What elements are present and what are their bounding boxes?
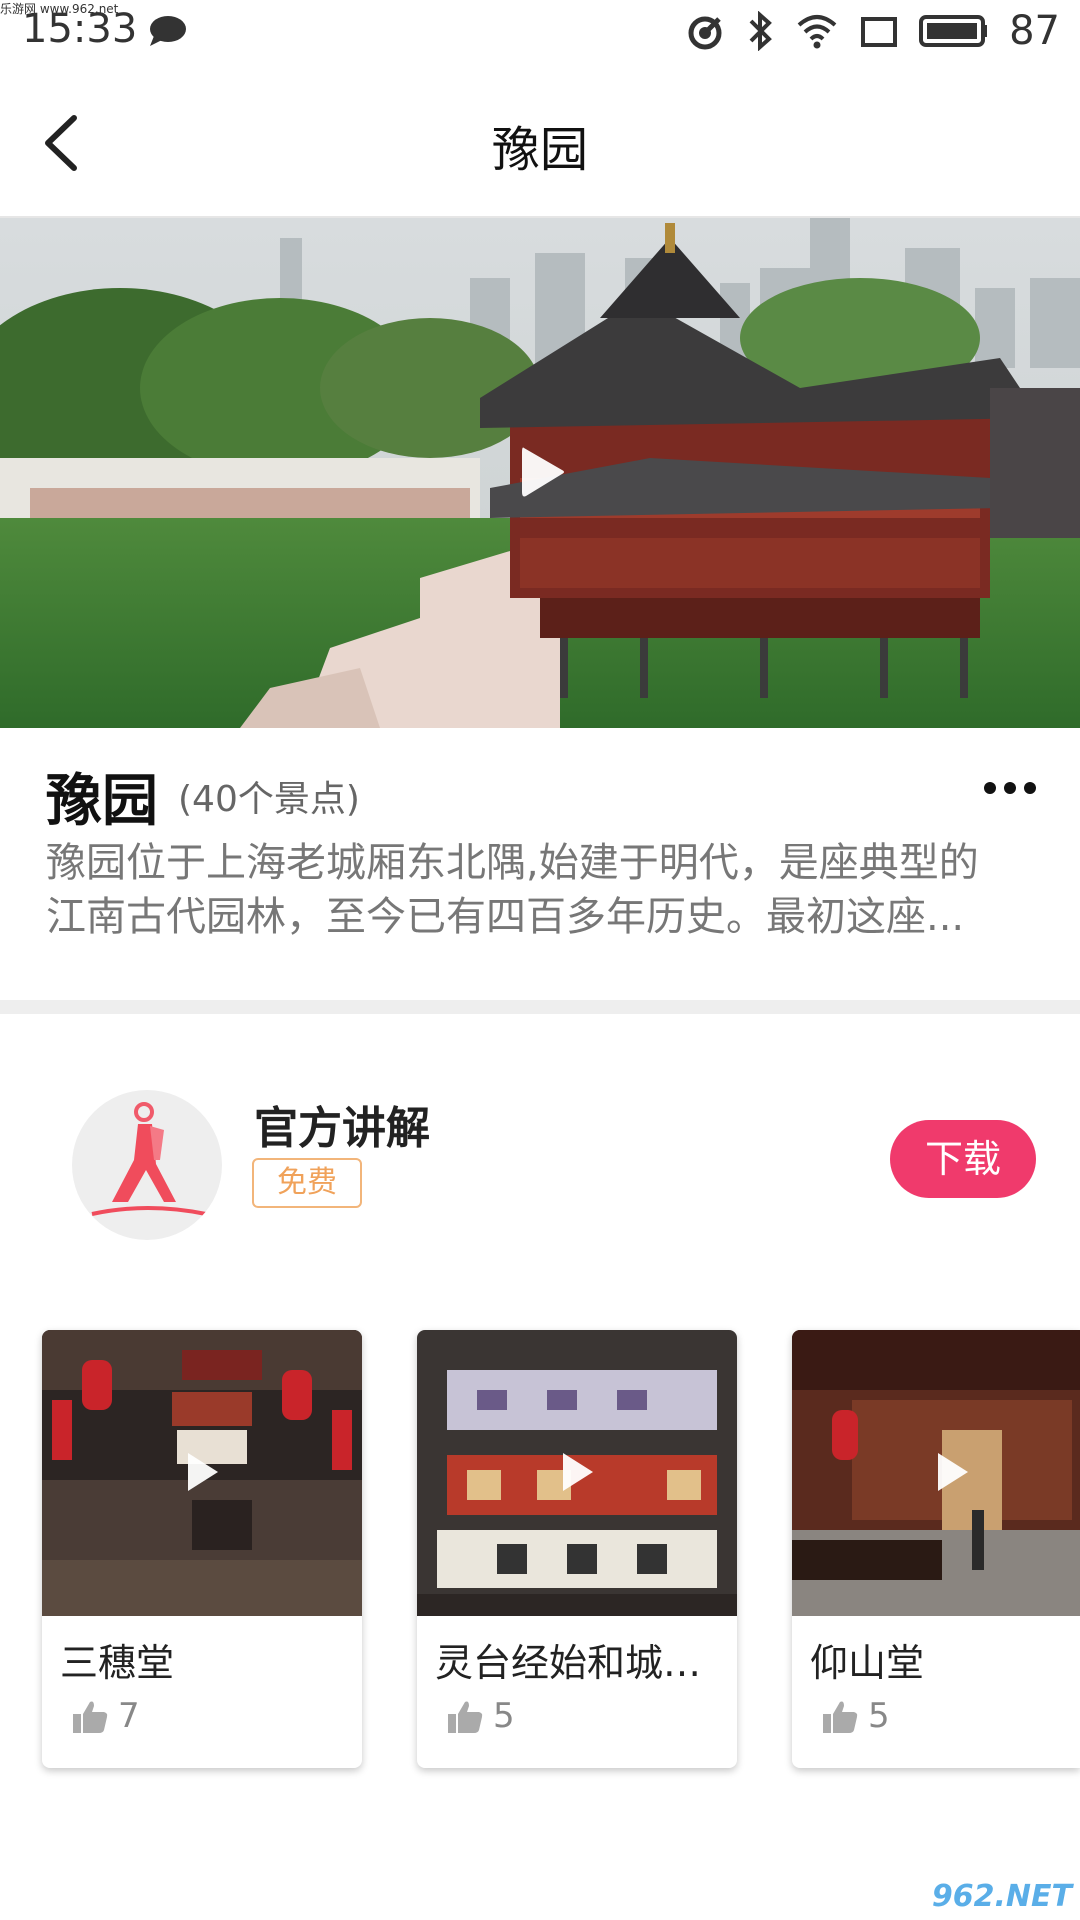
hero-image[interactable] bbox=[0, 218, 1080, 728]
page-title: 豫园 bbox=[491, 122, 588, 178]
sync-icon bbox=[688, 16, 722, 50]
play-icon[interactable] bbox=[184, 1450, 220, 1494]
section-divider bbox=[0, 1000, 1080, 1014]
description-line-2: 江南古代园林，至今已有四百多年历史。最初这座... bbox=[46, 894, 965, 940]
guide-avatar bbox=[72, 1090, 222, 1240]
thumbs-up-icon[interactable] bbox=[447, 1700, 483, 1734]
screen-icon bbox=[861, 17, 898, 47]
walker-logo-icon bbox=[91, 1102, 207, 1216]
spot-card[interactable]: 仰山堂 5 bbox=[792, 1330, 1080, 1768]
status-time: 15:33 bbox=[22, 6, 138, 52]
description-line-1: 豫园位于上海老城厢东北隅,始建于明代，是座典型的 bbox=[46, 840, 979, 886]
like-count: 7 bbox=[118, 1696, 140, 1736]
bluetooth-icon bbox=[749, 11, 773, 51]
wifi-icon bbox=[797, 15, 837, 49]
spot-card[interactable]: 三穗堂 7 bbox=[42, 1330, 362, 1768]
play-icon[interactable] bbox=[934, 1450, 970, 1494]
like-count: 5 bbox=[493, 1696, 515, 1736]
thumbs-up-icon[interactable] bbox=[822, 1700, 858, 1734]
download-button[interactable]: 下载 bbox=[890, 1120, 1036, 1198]
scenic-spot-count: (40个景点) bbox=[178, 779, 360, 820]
play-icon[interactable] bbox=[518, 444, 566, 500]
header-bar: 豫园 bbox=[0, 66, 1080, 218]
play-icon[interactable] bbox=[559, 1450, 595, 1494]
chat-icon bbox=[150, 16, 186, 46]
spot-name: 三穗堂 bbox=[60, 1641, 175, 1685]
guide-title: 官方讲解 bbox=[254, 1103, 430, 1154]
battery-icon bbox=[919, 15, 988, 47]
place-name: 豫园 bbox=[46, 769, 158, 834]
spot-name: 仰山堂 bbox=[810, 1641, 925, 1685]
status-bar: 乐游网 www.962.net 15:33 87 bbox=[0, 0, 1080, 66]
like-count: 5 bbox=[868, 1696, 890, 1736]
status-icons: 87 bbox=[685, 8, 1060, 54]
spot-card[interactable]: 灵台经始和城市... 5 bbox=[417, 1330, 737, 1768]
free-badge: 免费 bbox=[252, 1158, 362, 1208]
spot-name: 灵台经始和城市... bbox=[435, 1641, 731, 1685]
site-logo: 962.NET bbox=[931, 1879, 1072, 1914]
place-description: 豫园位于上海老城厢东北隅,始建于明代，是座典型的 江南古代园林，至今已有四百多年… bbox=[46, 836, 1036, 944]
battery-level: 87 bbox=[1009, 8, 1060, 54]
thumbs-up-icon[interactable] bbox=[72, 1700, 108, 1734]
more-icon[interactable] bbox=[982, 780, 1038, 796]
